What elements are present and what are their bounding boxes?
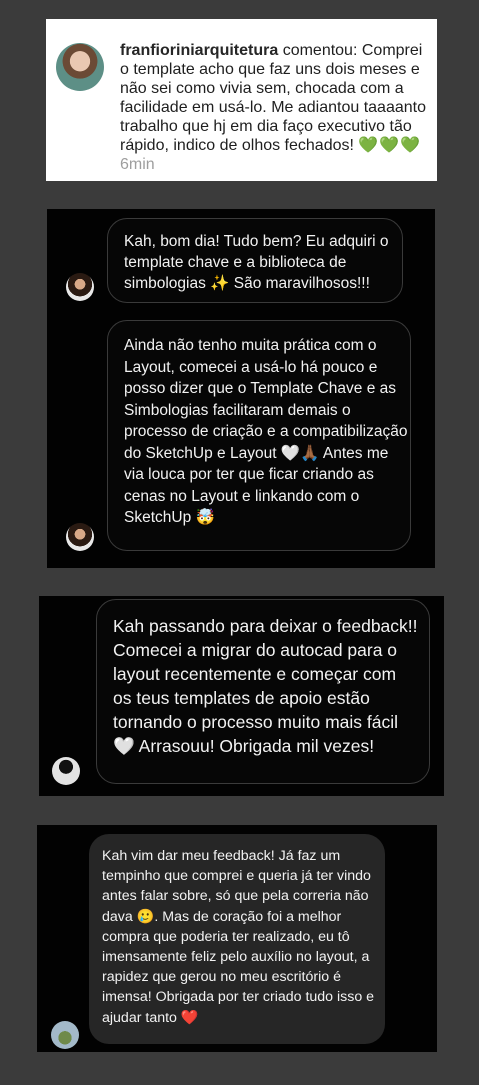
avatar[interactable] — [66, 523, 94, 551]
comment-username[interactable]: franfioriniarquitetura — [120, 42, 278, 59]
avatar[interactable] — [52, 757, 80, 785]
chat-screenshot-1: Kah, bom dia! Tudo bem? Eu adquiri o tem… — [47, 209, 435, 568]
message-text: Ainda não tenho muita prática com o Layo… — [124, 337, 408, 526]
message-bubble: Kah, bom dia! Tudo bem? Eu adquiri o tem… — [107, 218, 403, 303]
comment-action: comentou: — [282, 42, 358, 59]
green-heart-icons: 💚💚💚 — [358, 137, 422, 154]
chat-screenshot-2: Kah passando para deixar o feedback!! Co… — [39, 596, 444, 796]
message-bubble: Ainda não tenho muita prática com o Layo… — [107, 320, 411, 551]
message-text: Kah, bom dia! Tudo bem? Eu adquiri o tem… — [124, 233, 389, 292]
comment-text-block: franfioriniarquitetura comentou: Comprei… — [120, 41, 426, 174]
comment-notification-card: franfioriniarquitetura comentou: Comprei… — [46, 19, 437, 181]
message-text: Kah passando para deixar o feedback!! Co… — [113, 616, 418, 756]
message-bubble: Kah vim dar meu feedback! Já faz um temp… — [89, 834, 385, 1044]
avatar[interactable] — [56, 43, 104, 91]
comment-timestamp: 6min — [120, 156, 155, 173]
chat-screenshot-3: Kah vim dar meu feedback! Já faz um temp… — [37, 825, 437, 1052]
message-text: Kah vim dar meu feedback! Já faz um temp… — [102, 848, 375, 1026]
message-bubble: Kah passando para deixar o feedback!! Co… — [96, 599, 430, 784]
avatar[interactable] — [51, 1021, 79, 1049]
avatar[interactable] — [66, 273, 94, 301]
